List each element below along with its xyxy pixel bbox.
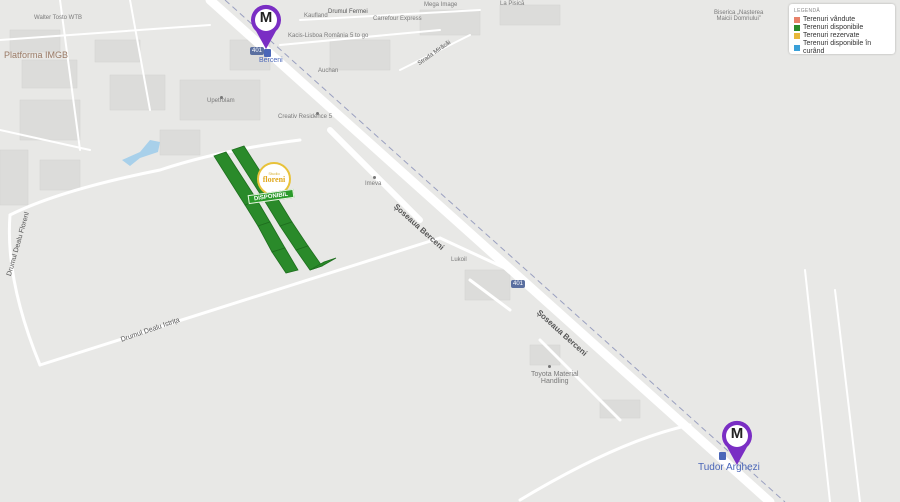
place-label-imeva: Imeva bbox=[365, 181, 382, 187]
legend-item-soon: Terenuri disponibile în curând bbox=[794, 40, 890, 56]
legend-swatch bbox=[794, 25, 800, 31]
place-label-kacis: Kacis-Lisboa România bbox=[288, 33, 349, 39]
place-label-creativ: Creativ Residence 5 bbox=[278, 114, 333, 120]
place-label-fitgo: 5 to go bbox=[350, 33, 369, 39]
place-label-walter: Walter Tosto WTB bbox=[34, 15, 83, 21]
metro-station-label-top: Berceni bbox=[259, 57, 283, 64]
metro-letter: M bbox=[730, 425, 744, 442]
bus-stop-icon bbox=[719, 452, 726, 460]
place-label-auchan: Auchan bbox=[318, 68, 339, 74]
map-canvas[interactable] bbox=[0, 0, 900, 502]
place-label-biserica: Biserica „Nașterea Maicii Domnului” bbox=[714, 10, 764, 22]
road-label-farmei: Drumul Fermei bbox=[328, 9, 368, 15]
metro-station-label-bottom: Tudor Arghezi bbox=[698, 462, 760, 473]
place-label-lapaica: La Pisică bbox=[500, 1, 525, 7]
place-label-platforma: Platforma IMGB bbox=[4, 50, 69, 60]
poi-dot bbox=[548, 365, 551, 368]
place-label-lukoil: Lukoil bbox=[451, 257, 467, 263]
poi-dot bbox=[316, 112, 319, 115]
legend-swatch bbox=[794, 33, 800, 39]
route-shield-mid: 401 bbox=[511, 280, 526, 288]
legend-title: LEGENDĂ bbox=[794, 8, 820, 14]
legend-label: Terenuri disponibile în curând bbox=[803, 40, 872, 55]
legend-swatch bbox=[794, 17, 800, 23]
legend-panel: LEGENDĂ Terenuri vândute Terenuri dispon… bbox=[789, 4, 895, 56]
legend-item-available: Terenuri disponibile bbox=[794, 24, 890, 32]
place-label-mega: Mega Image bbox=[424, 2, 458, 8]
poi-dot bbox=[373, 176, 376, 179]
legend-item-sold: Terenuri vândute bbox=[794, 16, 890, 24]
legend-label: Terenuri vândute bbox=[803, 16, 856, 23]
bus-stop-icon bbox=[264, 49, 271, 57]
legend-label: Terenuri disponibile bbox=[803, 24, 864, 31]
metro-letter: M bbox=[259, 9, 273, 26]
place-label-toyota: Toyota Material Handling bbox=[531, 371, 579, 385]
legend-label: Terenuri rezervate bbox=[803, 32, 860, 39]
place-label-kaufland: Kaufland bbox=[304, 13, 328, 19]
poi-dot bbox=[220, 96, 223, 99]
legend-swatch bbox=[794, 45, 800, 51]
metro-pin-berceni[interactable]: M bbox=[250, 4, 282, 50]
legend-item-reserved: Terenuri rezervate bbox=[794, 32, 890, 40]
place-label-carrefour: Carrefour Express bbox=[373, 16, 422, 22]
brand-name: floreni bbox=[262, 175, 286, 184]
